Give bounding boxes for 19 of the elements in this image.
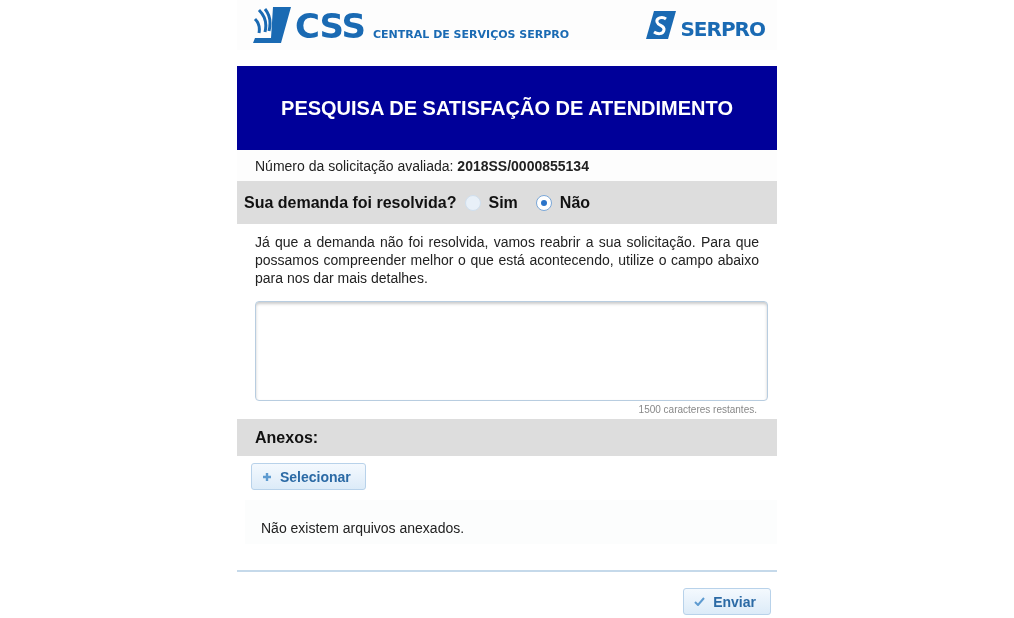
question-label: Sua demanda foi resolvida?: [244, 193, 457, 212]
comment-field[interactable]: [255, 301, 768, 401]
partner-logo-text: SERPRO: [680, 19, 765, 39]
attachments-title: Anexos:: [255, 428, 319, 447]
character-counter: 1500 caracteres restantes.: [637, 403, 758, 417]
banner-title: PESQUISA DE SATISFAÇÃO DE ATENDIMENTO: [281, 96, 733, 120]
check-icon: [694, 597, 706, 606]
serpro-mark-icon: [646, 11, 677, 39]
request-number: 2018SS/0000855134: [457, 157, 589, 174]
select-button[interactable]: Selecionar: [251, 463, 366, 490]
request-label: Número da solicitação avaliada:: [255, 157, 455, 174]
plus-icon: [262, 471, 272, 482]
logo-mark-icon: [253, 7, 291, 43]
radio-option[interactable]: Não: [535, 193, 591, 212]
logo-subtitle: CENTRAL DE SERVIÇOS SERPRO: [373, 29, 570, 40]
radio-option[interactable]: Sim: [464, 193, 518, 212]
logo-text: CSS: [295, 9, 366, 43]
submit-button[interactable]: Enviar: [683, 588, 771, 615]
instructions-text: Já que a demanda não foi resolvida, vamos reabrir a sua solicitação. Para que possamos compreender melhor o que está acontecendo, utilize o campo abaixo para nos dar mais detalhes.: [254, 233, 760, 288]
